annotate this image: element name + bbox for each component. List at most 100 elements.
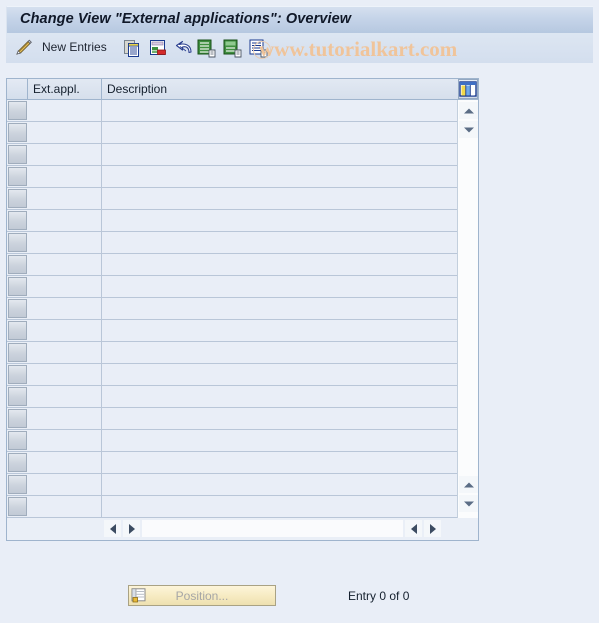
- column-header-ext-appl[interactable]: Ext.appl.: [28, 79, 102, 99]
- table-row[interactable]: [7, 166, 457, 188]
- row-select-button[interactable]: [8, 101, 27, 120]
- row-select-button[interactable]: [8, 365, 27, 384]
- row-select-button[interactable]: [8, 497, 27, 516]
- cell-description[interactable]: [102, 474, 457, 495]
- cell-description[interactable]: [102, 254, 457, 275]
- row-select-button[interactable]: [8, 409, 27, 428]
- scroll-page-up-button[interactable]: [459, 476, 478, 493]
- cell-description[interactable]: [102, 122, 457, 143]
- table-row[interactable]: [7, 100, 457, 122]
- cell-description[interactable]: [102, 232, 457, 253]
- row-select-button[interactable]: [8, 233, 27, 252]
- deselect-all-icon[interactable]: [248, 38, 268, 58]
- table-row[interactable]: [7, 298, 457, 320]
- select-block-icon[interactable]: [222, 38, 242, 58]
- cell-description[interactable]: [102, 364, 457, 385]
- cell-ext-appl[interactable]: [28, 320, 102, 341]
- cell-ext-appl[interactable]: [28, 276, 102, 297]
- cell-description[interactable]: [102, 298, 457, 319]
- row-select-button[interactable]: [8, 145, 27, 164]
- row-select-button[interactable]: [8, 387, 27, 406]
- cell-ext-appl[interactable]: [28, 474, 102, 495]
- cell-description[interactable]: [102, 342, 457, 363]
- scroll-right-end-button[interactable]: [424, 520, 441, 537]
- cell-description[interactable]: [102, 430, 457, 451]
- cell-ext-appl[interactable]: [28, 342, 102, 363]
- cell-ext-appl[interactable]: [28, 452, 102, 473]
- row-select-button[interactable]: [8, 431, 27, 450]
- cell-ext-appl[interactable]: [28, 364, 102, 385]
- table-row[interactable]: [7, 144, 457, 166]
- table-vertical-scrollbar[interactable]: [457, 100, 478, 518]
- row-select-button[interactable]: [8, 453, 27, 472]
- cell-description[interactable]: [102, 166, 457, 187]
- row-select-button[interactable]: [8, 211, 27, 230]
- table-settings-icon[interactable]: [458, 79, 478, 99]
- cell-ext-appl[interactable]: [28, 232, 102, 253]
- scroll-down-button[interactable]: [459, 121, 478, 138]
- table-row[interactable]: [7, 320, 457, 342]
- table-row[interactable]: [7, 188, 457, 210]
- cell-ext-appl[interactable]: [28, 408, 102, 429]
- row-select-button[interactable]: [8, 123, 27, 142]
- cell-ext-appl[interactable]: [28, 188, 102, 209]
- table-row[interactable]: [7, 496, 457, 518]
- cell-ext-appl[interactable]: [28, 144, 102, 165]
- cell-ext-appl[interactable]: [28, 100, 102, 121]
- cell-ext-appl[interactable]: [28, 254, 102, 275]
- row-select-button[interactable]: [8, 475, 27, 494]
- cell-description[interactable]: [102, 144, 457, 165]
- cell-ext-appl[interactable]: [28, 496, 102, 517]
- cell-ext-appl[interactable]: [28, 122, 102, 143]
- table-row[interactable]: [7, 364, 457, 386]
- table-row[interactable]: [7, 210, 457, 232]
- cell-description[interactable]: [102, 188, 457, 209]
- table-row[interactable]: [7, 474, 457, 496]
- cell-description[interactable]: [102, 386, 457, 407]
- table-row[interactable]: [7, 430, 457, 452]
- cell-ext-appl[interactable]: [28, 166, 102, 187]
- select-all-icon[interactable]: [196, 38, 216, 58]
- scroll-left-end-button[interactable]: [405, 520, 422, 537]
- scroll-up-button[interactable]: [459, 102, 478, 119]
- scroll-left-button[interactable]: [104, 520, 121, 537]
- cell-description[interactable]: [102, 496, 457, 517]
- cell-description[interactable]: [102, 276, 457, 297]
- table-row[interactable]: [7, 452, 457, 474]
- position-button[interactable]: Position...: [128, 585, 276, 606]
- cell-description[interactable]: [102, 100, 457, 121]
- row-select-button[interactable]: [8, 277, 27, 296]
- cell-ext-appl[interactable]: [28, 386, 102, 407]
- cell-description[interactable]: [102, 408, 457, 429]
- scroll-page-down-button[interactable]: [459, 495, 478, 512]
- copy-icon[interactable]: [122, 38, 142, 58]
- cell-description[interactable]: [102, 210, 457, 231]
- row-select-button[interactable]: [8, 299, 27, 318]
- table-row[interactable]: [7, 342, 457, 364]
- pencil-icon[interactable]: [14, 38, 34, 58]
- cell-description[interactable]: [102, 320, 457, 341]
- scroll-right-button[interactable]: [123, 520, 140, 537]
- column-header-description[interactable]: Description: [102, 79, 457, 99]
- cell-ext-appl[interactable]: [28, 210, 102, 231]
- table-row[interactable]: [7, 386, 457, 408]
- table-select-all-corner[interactable]: [7, 79, 28, 99]
- row-select-button[interactable]: [8, 321, 27, 340]
- row-select-button[interactable]: [8, 167, 27, 186]
- scroll-track[interactable]: [142, 520, 403, 537]
- row-select-button[interactable]: [8, 255, 27, 274]
- table-row[interactable]: [7, 408, 457, 430]
- cell-ext-appl[interactable]: [28, 430, 102, 451]
- table-row[interactable]: [7, 232, 457, 254]
- table-row[interactable]: [7, 276, 457, 298]
- cell-ext-appl[interactable]: [28, 298, 102, 319]
- table-horizontal-scrollbar[interactable]: [102, 519, 457, 539]
- row-select-button[interactable]: [8, 343, 27, 362]
- table-row[interactable]: [7, 254, 457, 276]
- new-entries-button[interactable]: New Entries: [42, 40, 107, 54]
- table-row[interactable]: [7, 122, 457, 144]
- delete-row-icon[interactable]: [148, 38, 168, 58]
- cell-description[interactable]: [102, 452, 457, 473]
- undo-arrow-icon[interactable]: [174, 38, 194, 58]
- row-select-button[interactable]: [8, 189, 27, 208]
